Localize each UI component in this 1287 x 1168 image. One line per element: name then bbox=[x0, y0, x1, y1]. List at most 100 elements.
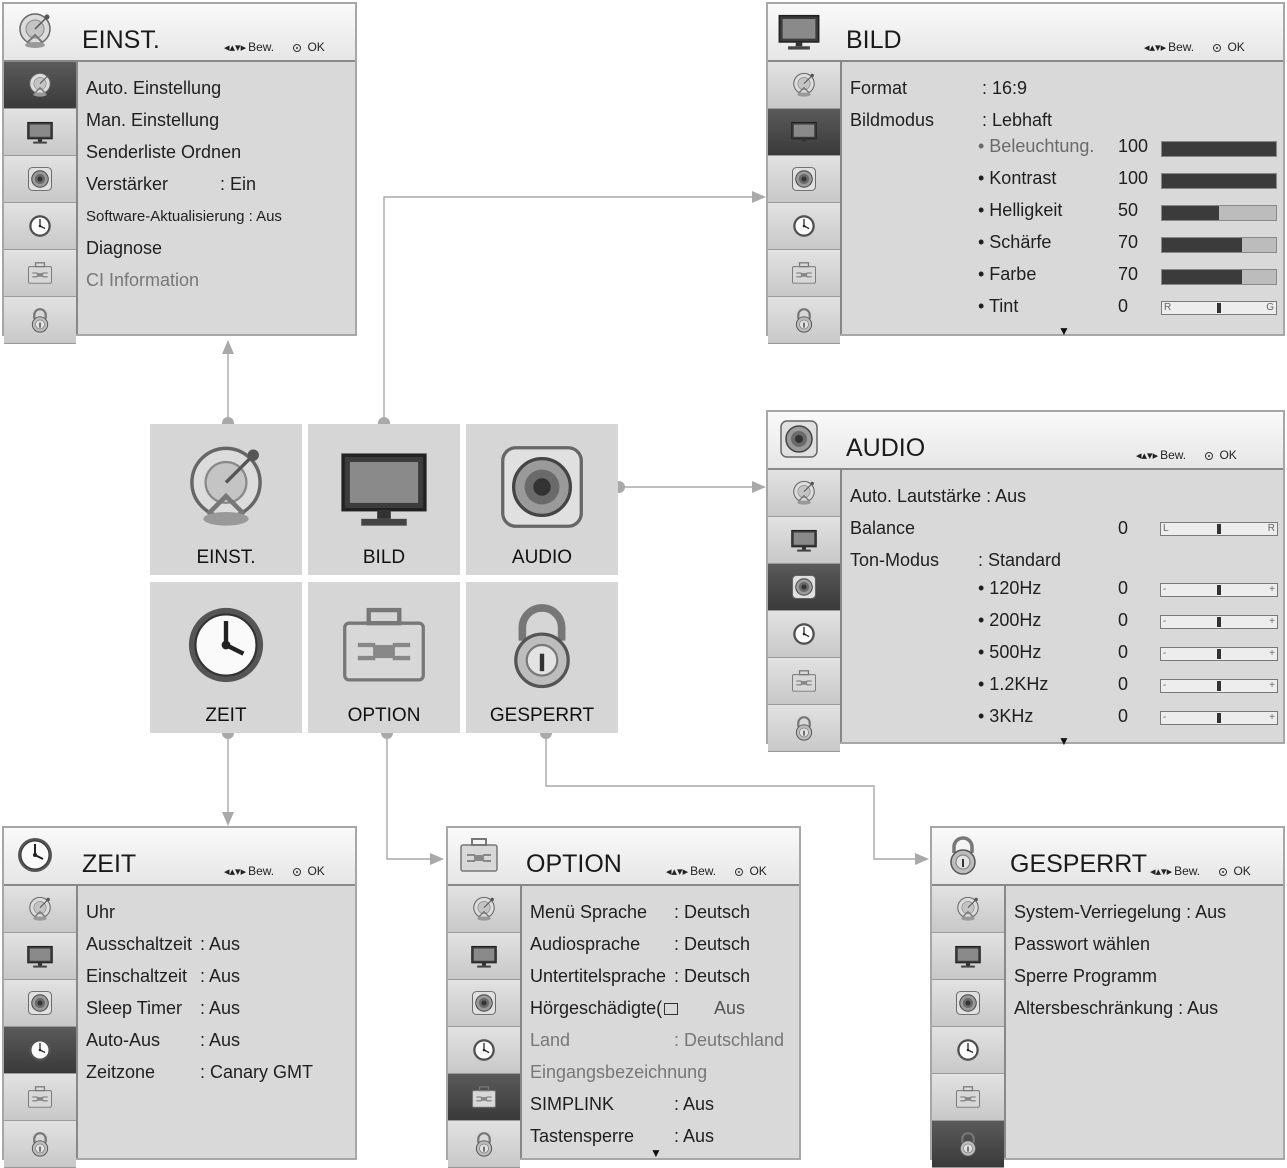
menu-item[interactable]: Altersbeschränkung : Aus bbox=[1014, 998, 1218, 1019]
sidebar-gesperrt[interactable] bbox=[4, 1121, 76, 1168]
sidebar-audio[interactable] bbox=[4, 980, 76, 1027]
eq-band-row[interactable]: • 200Hz 0- + bbox=[978, 610, 1278, 631]
menu-item[interactable]: Tastensperre: Aus bbox=[530, 1126, 714, 1147]
main-tile-audio[interactable]: AUDIO bbox=[466, 424, 618, 575]
sidebar-option[interactable] bbox=[768, 250, 840, 297]
picture-setting-row[interactable]: • Farbe 70 bbox=[978, 264, 1278, 285]
menu-item-senderliste[interactable]: Senderliste Ordnen bbox=[86, 142, 241, 163]
menu-item[interactable]: Land: Deutschland bbox=[530, 1030, 784, 1051]
menu-item-bildmodus[interactable]: Bildmodus : Lebhaft bbox=[850, 110, 1052, 131]
eq-band-row[interactable]: • 500Hz 0- + bbox=[978, 642, 1278, 663]
sidebar-zeit[interactable] bbox=[768, 203, 840, 250]
picture-setting-row[interactable]: • Beleuchtung. 100 bbox=[978, 136, 1278, 157]
setting-level-bar[interactable] bbox=[1161, 237, 1277, 253]
setting-level-bar[interactable] bbox=[1161, 269, 1277, 285]
sidebar-gesperrt[interactable] bbox=[448, 1121, 520, 1168]
menu-item-ci-information[interactable]: CI Information bbox=[86, 270, 199, 291]
menu-item-verstaerker[interactable]: Verstärker : Ein bbox=[86, 174, 256, 195]
menu-item[interactable]: Eingangsbezeichnung bbox=[530, 1062, 707, 1083]
sidebar-option[interactable] bbox=[768, 658, 840, 705]
sidebar-gesperrt[interactable] bbox=[768, 297, 840, 344]
hint-move-label: Bew. bbox=[248, 864, 275, 878]
menu-item[interactable]: Audiosprache: Deutsch bbox=[530, 934, 750, 955]
sidebar-gesperrt[interactable] bbox=[4, 297, 76, 344]
sidebar-zeit[interactable] bbox=[932, 1027, 1004, 1074]
scroll-down-icon[interactable]: ▼ bbox=[1058, 324, 1070, 338]
menu-item[interactable]: Uhr bbox=[86, 902, 115, 923]
sidebar-einst[interactable] bbox=[4, 886, 76, 933]
menu-item-balance[interactable]: Balance 0 L R bbox=[850, 518, 1278, 539]
menu-item[interactable]: Sleep Timer: Aus bbox=[86, 998, 240, 1019]
menu-item[interactable]: Passwort wählen bbox=[1014, 934, 1150, 955]
main-tile-gesperrt[interactable]: GESPERRT bbox=[466, 582, 618, 733]
setting-level-bar[interactable] bbox=[1161, 141, 1277, 157]
menu-item-auto-lautstaerke[interactable]: Auto. Lautstärke : Aus bbox=[850, 486, 1026, 507]
tint-slider[interactable]: RG bbox=[1161, 301, 1277, 315]
menu-item[interactable]: Auto-Aus: Aus bbox=[86, 1030, 240, 1051]
menu-item-format[interactable]: Format : 16:9 bbox=[850, 78, 1027, 99]
sidebar-zeit[interactable] bbox=[448, 1027, 520, 1074]
picture-setting-row[interactable]: • Tint 0 R G bbox=[978, 296, 1278, 317]
menu-item[interactable]: Hörgeschädigte(Aus bbox=[530, 998, 745, 1019]
sidebar-gesperrt[interactable] bbox=[768, 705, 840, 752]
menu-item[interactable]: Ausschaltzeit: Aus bbox=[86, 934, 240, 955]
menu-item-man-einstellung[interactable]: Man. Einstellung bbox=[86, 110, 219, 131]
sidebar-bild[interactable] bbox=[4, 933, 76, 980]
picture-setting-row[interactable]: • Kontrast 100 bbox=[978, 168, 1278, 189]
sidebar-einst[interactable] bbox=[448, 886, 520, 933]
eq-band-slider[interactable]: - + bbox=[1160, 679, 1278, 693]
eq-band-slider[interactable]: - + bbox=[1160, 583, 1278, 597]
sidebar-option[interactable] bbox=[932, 1074, 1004, 1121]
setting-level-bar[interactable] bbox=[1161, 173, 1277, 189]
menu-item-auto-einstellung[interactable]: Auto. Einstellung bbox=[86, 78, 221, 99]
picture-setting-row[interactable]: • Helligkeit 50 bbox=[978, 200, 1278, 221]
eq-band-row[interactable]: • 3KHz 0- + bbox=[978, 706, 1278, 727]
sidebar-einst[interactable] bbox=[768, 62, 840, 109]
sidebar-option[interactable] bbox=[4, 250, 76, 297]
picture-setting-row[interactable]: • Schärfe 70 bbox=[978, 232, 1278, 253]
setting-label: • Kontrast bbox=[978, 168, 1057, 188]
main-tile-zeit[interactable]: ZEIT bbox=[150, 582, 302, 733]
eq-band-row[interactable]: • 1.2KHz 0- + bbox=[978, 674, 1278, 695]
menu-item-diagnose[interactable]: Diagnose bbox=[86, 238, 162, 259]
sidebar-audio[interactable] bbox=[932, 980, 1004, 1027]
menu-item-software-update[interactable]: Software-Aktualisierung : Aus bbox=[86, 208, 282, 225]
main-tile-einst[interactable]: EINST. bbox=[150, 424, 302, 575]
menu-item[interactable]: Untertitelsprache: Deutsch bbox=[530, 966, 750, 987]
sidebar-zeit[interactable] bbox=[768, 611, 840, 658]
menu-item-ton-modus[interactable]: Ton-Modus : Standard bbox=[850, 550, 1061, 571]
sidebar-audio[interactable] bbox=[768, 156, 840, 203]
sidebar-zeit[interactable] bbox=[4, 203, 76, 250]
menu-item[interactable]: Einschaltzeit: Aus bbox=[86, 966, 240, 987]
menu-item[interactable]: System-Verriegelung : Aus bbox=[1014, 902, 1226, 923]
menu-item[interactable]: SIMPLINK: Aus bbox=[530, 1094, 714, 1115]
eq-band-slider[interactable]: - + bbox=[1160, 647, 1278, 661]
sidebar-option[interactable] bbox=[448, 1074, 520, 1121]
main-tile-bild[interactable]: BILD bbox=[308, 424, 460, 575]
sidebar-bild[interactable] bbox=[448, 933, 520, 980]
sidebar-einst[interactable] bbox=[768, 470, 840, 517]
sidebar-audio[interactable] bbox=[768, 564, 840, 611]
sidebar-bild[interactable] bbox=[768, 109, 840, 156]
eq-band-slider[interactable]: - + bbox=[1160, 711, 1278, 725]
sidebar-audio[interactable] bbox=[4, 156, 76, 203]
scroll-down-icon[interactable]: ▼ bbox=[1058, 734, 1070, 748]
balance-slider[interactable]: L R bbox=[1160, 522, 1278, 536]
sidebar-bild[interactable] bbox=[4, 109, 76, 156]
sidebar-gesperrt[interactable] bbox=[932, 1121, 1004, 1168]
scroll-down-icon[interactable]: ▼ bbox=[650, 1146, 662, 1160]
setting-level-bar[interactable] bbox=[1161, 205, 1277, 221]
eq-band-slider[interactable]: - + bbox=[1160, 615, 1278, 629]
sidebar-einst[interactable] bbox=[4, 62, 76, 109]
sidebar-bild[interactable] bbox=[768, 517, 840, 564]
menu-item[interactable]: Zeitzone: Canary GMT bbox=[86, 1062, 313, 1083]
sidebar-bild[interactable] bbox=[932, 933, 1004, 980]
sidebar-einst[interactable] bbox=[932, 886, 1004, 933]
eq-band-row[interactable]: • 120Hz 0- + bbox=[978, 578, 1278, 599]
main-tile-option[interactable]: OPTION bbox=[308, 582, 460, 733]
sidebar-option[interactable] bbox=[4, 1074, 76, 1121]
menu-item[interactable]: Menü Sprache: Deutsch bbox=[530, 902, 750, 923]
sidebar-audio[interactable] bbox=[448, 980, 520, 1027]
menu-item[interactable]: Sperre Programm bbox=[1014, 966, 1157, 987]
sidebar-zeit[interactable] bbox=[4, 1027, 76, 1074]
